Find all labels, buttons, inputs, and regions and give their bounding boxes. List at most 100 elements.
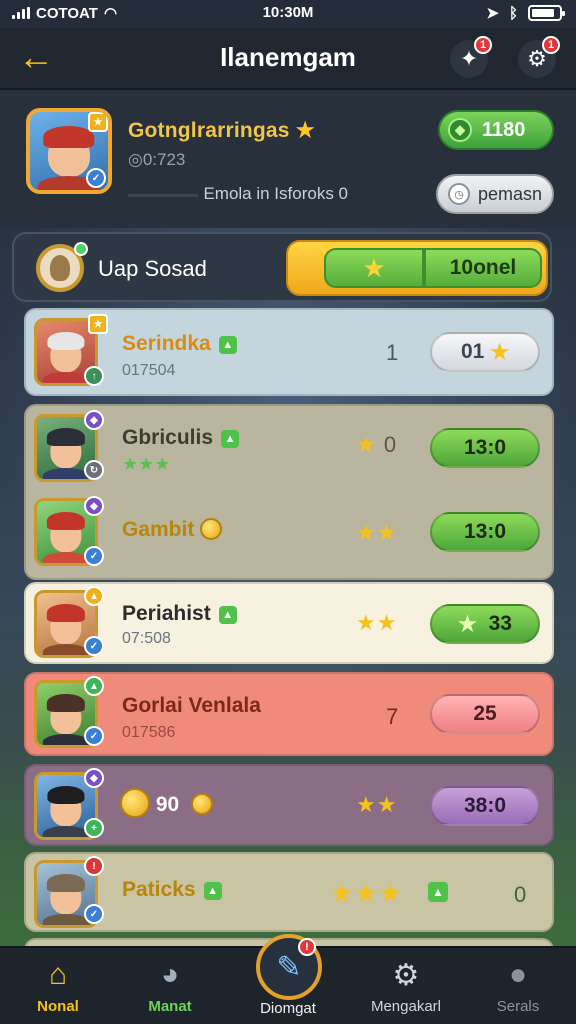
star-icon: ★	[324, 248, 424, 288]
row-name: Gambit	[122, 518, 223, 542]
row-stars: ★★★	[330, 878, 403, 908]
settings-button[interactable]: ⚙ 1	[518, 36, 560, 78]
nav-label: Mengakarl	[370, 998, 442, 1015]
top-bar: ← Ilanemgam ✦ 1 ⚙ 1	[0, 28, 576, 90]
up-arrow-icon: ▲	[221, 430, 240, 448]
row-name: Gbriculis ▲	[122, 426, 240, 450]
gear-icon: ⚙	[392, 958, 420, 992]
nav-label: Manat	[148, 998, 192, 1015]
row-sub: 017504	[122, 362, 176, 379]
list-item[interactable]: ! ✓ Paticks ▲ ★★★ ▲ 0	[24, 852, 554, 932]
bluetooth-icon: ᛒ	[508, 4, 518, 22]
row-name: Serindka ▲	[122, 332, 237, 356]
coin-icon	[190, 793, 213, 815]
gems-counter[interactable]: ◆ 1180	[438, 110, 554, 150]
row-stars: ★★	[356, 520, 398, 545]
coin-icon: ◎	[128, 150, 143, 169]
nav-label: Diomgat	[260, 1000, 316, 1017]
list-item[interactable]: ↑ ★ Serindka ▲ 017504 1 01 ★	[24, 308, 554, 396]
notifications-button[interactable]: ✦ 1	[450, 36, 492, 78]
chart-icon: ◕	[160, 958, 180, 991]
bottom-nav: ⌂ Nonal ◕ Manat ✎ ! Diomgat ⚙ Mengakarl …	[0, 934, 576, 1024]
star-icon: ★	[295, 119, 315, 142]
row-rank: 0	[514, 882, 527, 907]
up-arrow-icon: ▲	[218, 606, 237, 624]
row-score-button[interactable]: ★ 33	[430, 604, 540, 644]
level-badge-icon: ✓	[86, 168, 106, 188]
list-item[interactable]: ◆ ↻ Gbriculis ▲ ★★★ ★ 0 13:0	[24, 404, 554, 490]
alert-badge-icon: !	[298, 938, 316, 956]
coin-icon	[200, 518, 223, 540]
player-id: ◎0:723	[128, 150, 186, 169]
coin-icon	[120, 788, 150, 818]
up-badge-icon: ▲	[84, 676, 104, 696]
crown-icon: ★	[88, 112, 108, 132]
up-arrow-icon: ▲	[203, 882, 222, 900]
squad-label: Uap Sosad	[98, 256, 207, 281]
player-name: Gotnglrarringas ★	[128, 119, 315, 142]
row-score-button[interactable]: 38:0	[430, 786, 540, 826]
gems-value: 1180	[482, 118, 526, 141]
gem-badge-icon: ◆	[84, 768, 104, 788]
star-icon: ★	[458, 612, 477, 636]
row-name: Paticks ▲	[122, 878, 222, 902]
nav-item-profile[interactable]: ● Serals	[468, 954, 568, 1024]
nav-item-stats[interactable]: ◕ Manat	[120, 954, 220, 1024]
squad-progress-label: 10onel	[424, 248, 542, 288]
row-name: Periahist ▲	[122, 602, 237, 626]
row-score-button[interactable]: 25	[430, 694, 540, 734]
nav-item-home[interactable]: ⌂ Nonal	[8, 954, 108, 1024]
status-right: ➤ ᛒ	[486, 4, 565, 22]
squad-bar[interactable]: Uap Sosad ★ 10onel	[12, 232, 552, 302]
row-stars: ★★	[356, 792, 398, 817]
nav-label: Serals	[496, 998, 540, 1015]
row-stars: ★★★	[122, 454, 171, 474]
location-icon: ➤	[486, 5, 499, 22]
row-stars: ★★	[356, 610, 398, 635]
gem-badge-icon: ◆	[84, 410, 104, 430]
alert-badge-icon: !	[84, 856, 104, 876]
crown-icon: ▲	[84, 586, 104, 606]
online-indicator	[74, 242, 88, 256]
list-item[interactable]: ▲ ✓ Gorlai Venlala 017586 7 25	[24, 672, 554, 756]
player-avatar[interactable]: ✓ ★	[26, 108, 112, 194]
notification-badge: 1	[474, 36, 492, 54]
refresh-icon: ↻	[84, 460, 104, 480]
up-arrow-icon: ▲	[218, 336, 237, 354]
rank-badge-icon: ↑	[84, 366, 104, 386]
premium-button[interactable]: ◷ pemasn	[436, 174, 554, 214]
shield-icon: ✓	[84, 546, 104, 566]
list-item[interactable]: ◆ + 90 ★★ 38:0	[24, 764, 554, 846]
user-icon: ●	[508, 958, 528, 991]
squad-progress[interactable]: ★ 10onel	[286, 240, 548, 296]
row-name: Gorlai Venlala	[122, 694, 261, 717]
row-score-button[interactable]: 01 ★	[430, 332, 540, 372]
player-subtitle: Emola in Isforoks 0	[203, 184, 348, 203]
row-sub: 07:508	[122, 630, 171, 647]
plus-icon: +	[84, 818, 104, 838]
nav-item-settings[interactable]: ⚙ Mengakarl	[356, 954, 456, 1024]
battery-icon	[528, 5, 565, 21]
premium-label: pemasn	[478, 183, 543, 204]
gem-icon: ◆	[448, 118, 472, 142]
row-score-button[interactable]: 13:0	[430, 512, 540, 552]
row-sub: 017586	[122, 724, 176, 741]
shield-icon: ✓	[84, 636, 104, 656]
list-item[interactable]: ▲ ✓ Periahist ▲ 07:508 ★★ ★ 33	[24, 582, 554, 664]
shield-icon: ✓	[84, 904, 104, 924]
nav-item-center-label[interactable]: Diomgat	[238, 1000, 338, 1024]
row-score-button[interactable]: 13:0	[430, 428, 540, 468]
row-rank: 7	[386, 704, 399, 729]
row-name: 90	[120, 788, 213, 818]
list-item[interactable]: ◆ ✓ Gambit ★★ 13:0	[24, 490, 554, 576]
star-badge-icon: ★	[88, 314, 108, 334]
clock-icon: ◷	[448, 183, 470, 205]
pen-icon: ✎	[276, 950, 302, 984]
center-action-button[interactable]: ✎ !	[256, 934, 322, 1000]
row-rank: 1	[386, 340, 399, 365]
home-icon: ⌂	[48, 958, 68, 991]
nav-label: Nonal	[37, 998, 79, 1015]
up-arrow-icon: ▲	[428, 882, 448, 902]
shield-icon: ✓	[84, 726, 104, 746]
status-bar: COTOAT ◠ 10:30M ➤ ᛒ	[0, 0, 576, 28]
